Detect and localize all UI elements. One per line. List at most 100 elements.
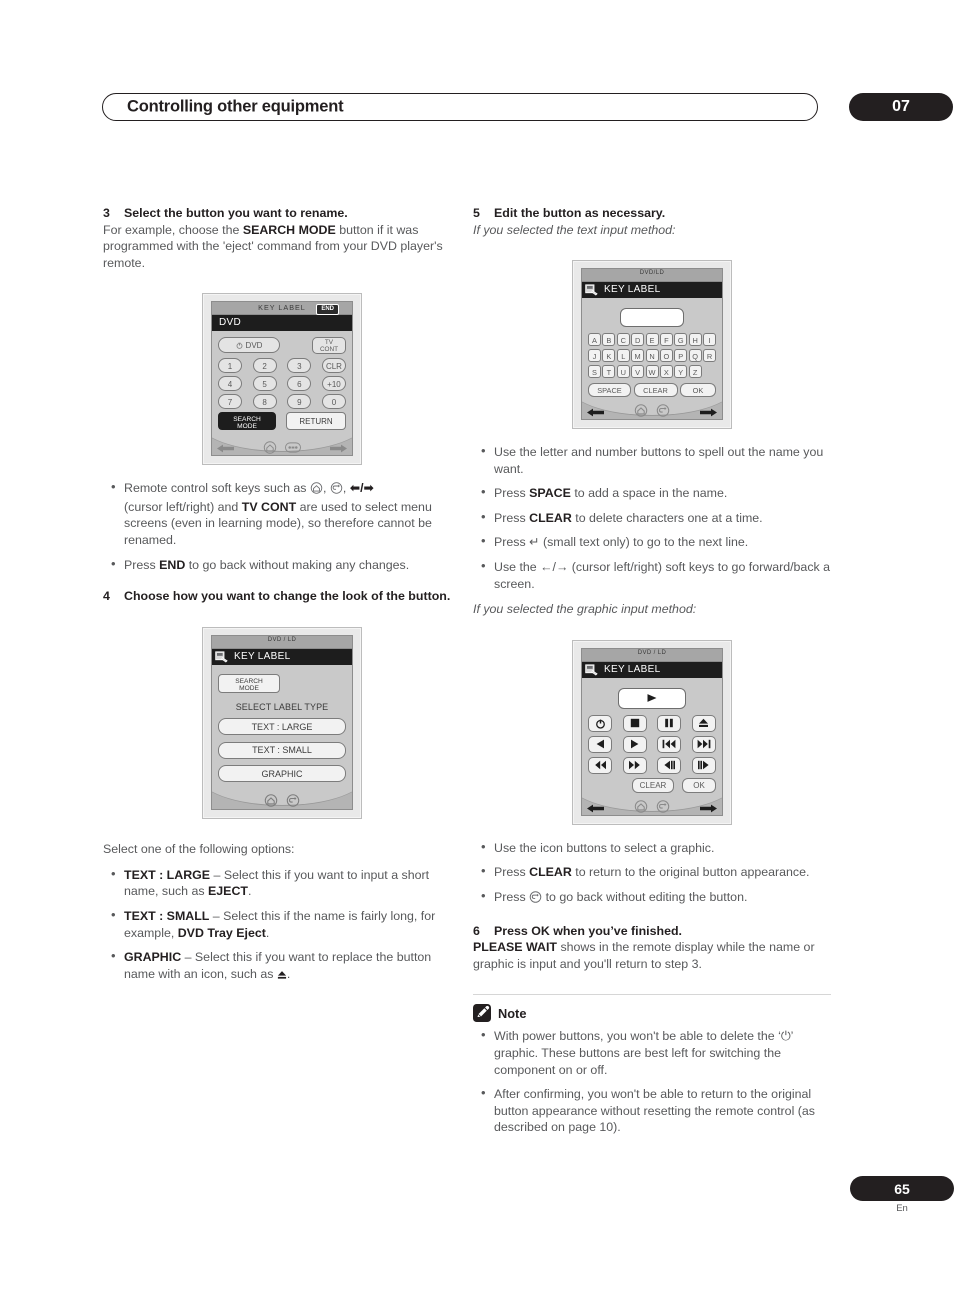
stop-icon-button[interactable] — [622, 714, 647, 732]
home-icon[interactable] — [263, 440, 277, 454]
end-button[interactable]: END — [316, 303, 339, 315]
cursor-left-icon-button[interactable] — [588, 735, 612, 753]
letter-key[interactable]: R — [703, 349, 716, 363]
rewind-icon-button[interactable] — [588, 756, 612, 774]
bullet-cursor-keys: Use the ←/→ (cursor left/right) soft key… — [473, 558, 831, 592]
lcd-body: DVD TV CONT 1 2 3 CLR 4 5 6 +10 7 8 9 0 … — [212, 331, 352, 436]
letter-key[interactable]: O — [659, 349, 673, 363]
option-label-graphic: GRAPHIC — [124, 950, 182, 965]
note-list: With power buttons, you won't be able to… — [473, 1027, 831, 1136]
left-column: 3 Select the button you want to rename. F… — [103, 205, 461, 984]
letter-key[interactable]: M — [631, 349, 645, 363]
letter-key[interactable]: G — [674, 333, 688, 347]
back-icon[interactable] — [656, 800, 670, 813]
letter-key[interactable]: Y — [674, 365, 688, 379]
letter-key[interactable]: U — [616, 365, 630, 379]
function-row: SEARCH MODE RETURN — [218, 412, 346, 431]
num-key[interactable]: 9 — [287, 394, 312, 410]
num-key[interactable]: 5 — [252, 376, 277, 392]
space-button[interactable]: SPACE — [588, 383, 631, 398]
home-icon[interactable] — [634, 800, 648, 813]
right-arrow-icon[interactable] — [700, 404, 717, 419]
right-arrow-icon[interactable] — [700, 800, 717, 815]
letter-key[interactable]: E — [645, 333, 659, 347]
graphic-preview-field[interactable] — [618, 687, 686, 709]
lcd-mode-bar: DVD / LD — [582, 648, 722, 662]
num-key[interactable]: 3 — [287, 358, 312, 374]
clear-key[interactable]: CLR — [321, 358, 346, 374]
letter-key[interactable]: Z — [688, 365, 702, 379]
option-graphic-button[interactable]: GRAPHIC — [218, 765, 346, 783]
key-label-edit-icon — [585, 664, 598, 676]
letter-key[interactable]: Q — [688, 349, 702, 363]
tv-cont-button[interactable]: TV CONT — [312, 337, 346, 355]
cursor-right-icon-button[interactable] — [622, 735, 647, 753]
list-item-text-small: TEXT : SMALL – Select this if the name i… — [103, 907, 461, 941]
select-options-intro: Select one of the following options: — [103, 842, 295, 857]
letter-key[interactable]: K — [602, 349, 616, 363]
letter-key[interactable]: L — [616, 349, 630, 363]
letter-key[interactable]: H — [688, 333, 702, 347]
letter-key[interactable]: A — [588, 333, 601, 347]
ok-button[interactable]: OK — [680, 383, 716, 398]
option-text-large-button[interactable]: TEXT : LARGE — [218, 718, 346, 736]
lcd-body: A B C D E F G H I J K L M N O P Q R S T … — [582, 298, 722, 400]
home-icon[interactable] — [264, 794, 278, 808]
letter-key[interactable]: S — [588, 365, 601, 379]
letter-key[interactable]: V — [631, 365, 645, 379]
letter-key[interactable]: J — [588, 349, 601, 363]
num-key[interactable]: 1 — [218, 358, 242, 374]
lcd-mode-bar: DVD — [212, 315, 352, 332]
search-mode-button[interactable]: SEARCH MODE — [218, 673, 280, 693]
previous-track-icon-button[interactable] — [657, 735, 682, 753]
back-icon[interactable] — [286, 794, 300, 808]
option-text-small-button[interactable]: TEXT : SMALL — [218, 741, 346, 759]
back-icon — [529, 891, 542, 908]
step-forward-icon-button[interactable] — [691, 756, 716, 774]
num-key[interactable]: 4 — [218, 376, 242, 392]
letter-key[interactable]: F — [659, 333, 673, 347]
back-icon[interactable] — [656, 404, 670, 418]
eject-icon-button[interactable] — [691, 714, 716, 732]
num-key[interactable]: 2 — [252, 358, 277, 374]
clear-button[interactable]: CLEAR — [632, 777, 674, 793]
fast-forward-icon-button[interactable] — [622, 756, 647, 774]
power-icon — [236, 341, 243, 349]
clear-button[interactable]: CLEAR — [633, 383, 678, 398]
end-term: END — [159, 557, 186, 572]
num-key[interactable]: 6 — [287, 376, 312, 392]
right-arrow-icon[interactable] — [330, 440, 347, 455]
bullet-soft-keys-text2: (cursor left/right) and — [124, 499, 242, 514]
bullet-soft-keys: Remote control soft keys such as , , ⬅/➡… — [103, 479, 461, 548]
search-mode-button[interactable]: SEARCH MODE — [218, 412, 276, 431]
keyboard-row-1: A B C D E F G H I — [588, 333, 716, 347]
letter-key[interactable]: B — [602, 333, 616, 347]
next-track-icon-button[interactable] — [691, 735, 716, 753]
letter-key[interactable]: D — [631, 333, 645, 347]
remote-icon[interactable] — [285, 441, 302, 454]
dvd-power-button[interactable]: DVD — [218, 337, 280, 354]
letter-key[interactable]: P — [674, 349, 688, 363]
bullet-spell-name: Use the letter and number buttons to spe… — [473, 443, 831, 477]
letter-key[interactable]: I — [703, 333, 716, 347]
num-key[interactable]: 0 — [321, 394, 346, 410]
name-input-field[interactable] — [620, 308, 684, 328]
power-icon-button[interactable] — [588, 714, 612, 732]
letter-key[interactable]: C — [616, 333, 630, 347]
letter-key[interactable]: T — [602, 365, 616, 379]
letter-key[interactable]: X — [659, 365, 673, 379]
num-key[interactable]: 7 — [218, 394, 242, 410]
return-button[interactable]: RETURN — [286, 412, 346, 431]
step-back-icon-button[interactable] — [657, 756, 682, 774]
pause-icon-button[interactable] — [657, 714, 682, 732]
home-icon[interactable] — [634, 404, 648, 418]
step-5-title: Edit the button as necessary. — [494, 206, 666, 220]
cursor-arrows-symbol: ⬅/➡ — [349, 481, 374, 496]
ok-button[interactable]: OK — [682, 777, 716, 793]
step-6-title: Press OK when you’ve finished. — [494, 923, 682, 938]
tv-cont-term: TV CONT — [241, 499, 297, 514]
plus-ten-key[interactable]: +10 — [321, 376, 346, 392]
num-key[interactable]: 8 — [252, 394, 277, 410]
letter-key[interactable]: W — [645, 365, 659, 379]
letter-key[interactable]: N — [645, 349, 659, 363]
